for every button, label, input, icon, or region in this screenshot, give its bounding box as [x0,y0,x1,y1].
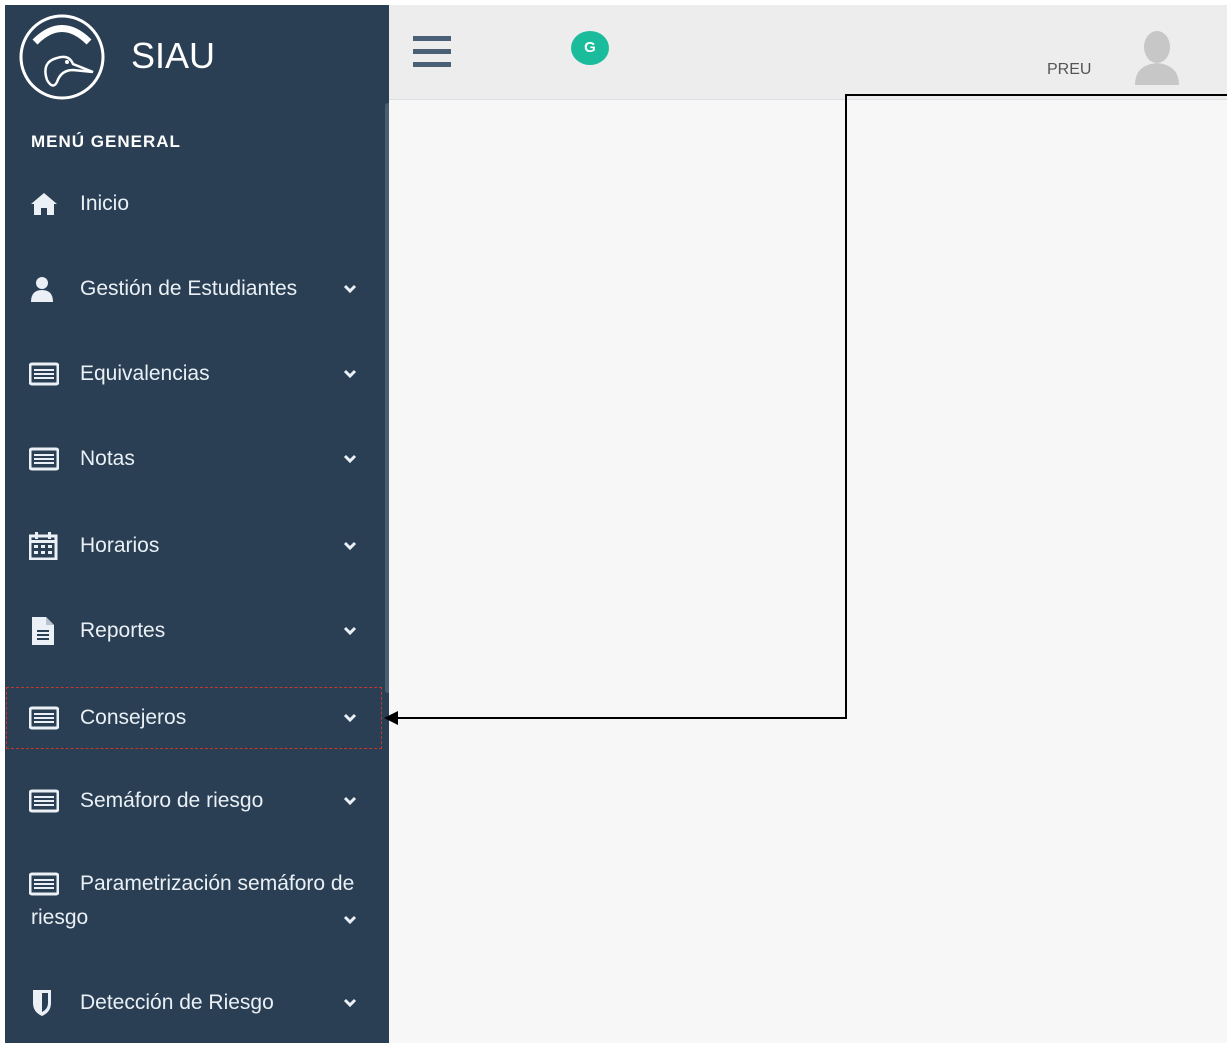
sidebar-item-label: Reportes [80,619,166,642]
table-icon [29,447,59,471]
chevron-down-icon [343,454,357,464]
chevron-down-icon [343,915,357,925]
sidebar-item-notas[interactable]: Notas [5,427,383,491]
chevron-down-icon [343,369,357,379]
sidebar: SIAU MENÚ GENERAL Inicio Gestión de Estu… [5,5,391,1043]
sidebar-item-label: Parametrización semáforo de [80,872,355,895]
sidebar-item-label-continued: riesgo [31,906,89,929]
sidebar-item-horarios[interactable]: Horarios [5,514,383,578]
sidebar-item-deteccion-riesgo[interactable]: Detección de Riesgo [5,971,383,1035]
grammarly-badge[interactable]: G [571,31,609,65]
sidebar-item-equivalencias[interactable]: Equivalencias [5,342,383,406]
main-content [389,100,1227,1043]
brand[interactable]: SIAU [5,5,385,100]
user-avatar-icon[interactable] [1133,29,1181,85]
chevron-down-icon [343,541,357,551]
top-navbar: G PREU [389,5,1227,100]
menu-section-title: MENÚ GENERAL [31,132,181,151]
table-icon [29,362,59,386]
table-icon [29,789,59,813]
chevron-down-icon [343,284,357,294]
brand-name: SIAU [131,35,216,76]
sidebar-item-label: Inicio [80,192,130,215]
sidebar-item-parametrizacion-semaforo[interactable]: Parametrización semáforo de riesgo [5,854,383,944]
sidebar-item-semaforo-riesgo[interactable]: Semáforo de riesgo [5,769,383,833]
menu-toggle-icon[interactable] [413,34,451,70]
file-icon [32,617,54,645]
user-icon [31,277,53,302]
sidebar-item-label: Consejeros [80,706,187,729]
chevron-down-icon [343,796,357,806]
calendar-icon [29,532,58,560]
sidebar-item-label: Semáforo de riesgo [80,789,264,812]
table-icon [29,706,59,730]
sidebar-item-label: Gestión de Estudiantes [80,277,298,300]
sidebar-item-consejeros[interactable]: Consejeros [5,686,383,750]
sidebar-item-gestion-estudiantes[interactable]: Gestión de Estudiantes [5,257,383,321]
unillanos-logo-icon [19,14,105,100]
sidebar-item-reportes[interactable]: Reportes [5,599,383,663]
sidebar-item-label: Detección de Riesgo [80,991,274,1014]
chevron-down-icon [343,626,357,636]
chevron-down-icon [343,998,357,1008]
user-name[interactable]: PREU [1047,61,1091,79]
sidebar-item-label: Horarios [80,534,160,557]
chevron-down-icon [343,713,357,723]
home-icon [31,193,57,215]
sidebar-item-label: Equivalencias [80,362,210,385]
sidebar-item-label: Notas [80,447,135,470]
sidebar-item-inicio[interactable]: Inicio [5,172,383,236]
shield-icon [33,990,51,1016]
table-icon [29,872,59,896]
